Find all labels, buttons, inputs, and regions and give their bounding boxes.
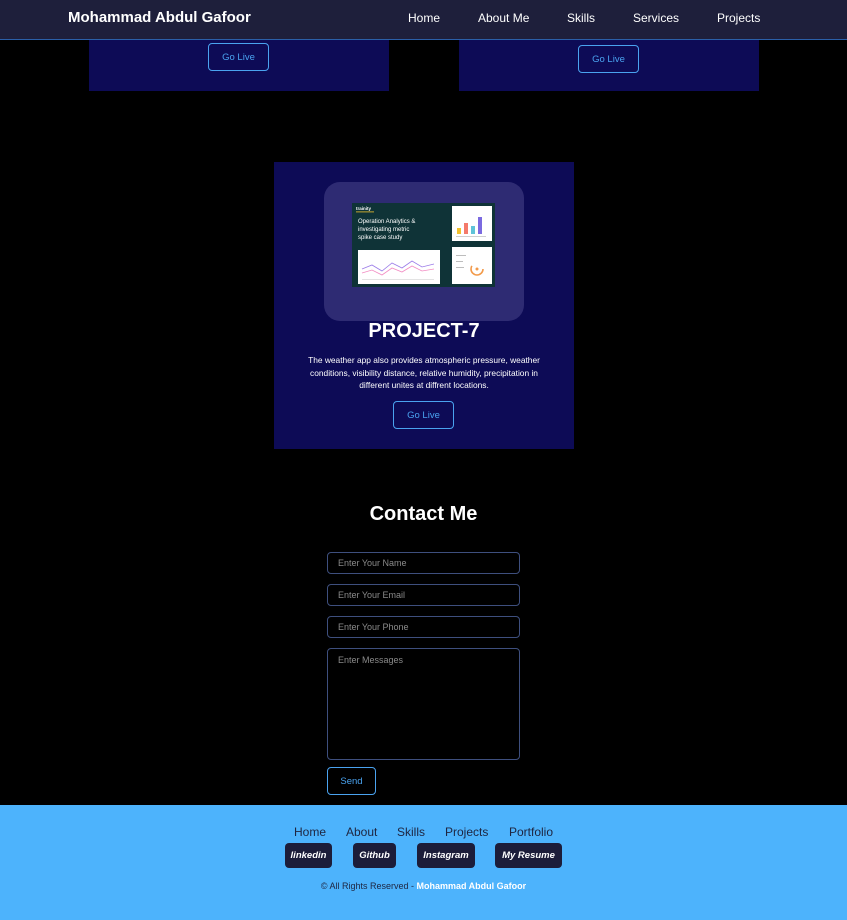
nav-link-about-me[interactable]: About Me <box>478 11 529 25</box>
thumbnail-brand: trainity <box>356 206 372 211</box>
phone-input[interactable] <box>327 616 520 638</box>
copyright-prefix: © All Rights Reserved - <box>320 881 417 891</box>
project-thumbnail-image: trainity Operation Analytics & investiga… <box>352 203 495 287</box>
contact-heading: Contact Me <box>369 503 478 525</box>
footer-link-projects[interactable]: Projects <box>445 825 488 839</box>
send-button[interactable]: Send <box>327 767 376 795</box>
go-live-button[interactable]: Go Live <box>393 401 454 429</box>
message-textarea[interactable] <box>327 648 520 760</box>
project-card: Go Live <box>89 40 389 91</box>
footer-link-skills[interactable]: Skills <box>397 825 425 839</box>
nav-link-home[interactable]: Home <box>408 11 440 25</box>
project-description: The weather app also provides atmospheri… <box>308 355 540 390</box>
project-card-7: trainity Operation Analytics & investiga… <box>274 162 574 449</box>
site-brand[interactable]: Mohammad Abdul Gafoor <box>68 9 251 26</box>
thumbnail-title-line-2: investigating metric <box>358 227 409 233</box>
project-card: Go Live <box>459 40 759 91</box>
resume-button[interactable]: My Resume <box>495 843 562 868</box>
project-image-frame: trainity Operation Analytics & investiga… <box>324 182 524 321</box>
name-input[interactable] <box>327 552 520 574</box>
project-title: PROJECT-7 <box>368 320 480 342</box>
copyright-text: © All Rights Reserved - Mohammad Abdul G… <box>0 881 847 891</box>
copyright-owner: Mohammad Abdul Gafoor <box>416 881 527 891</box>
thumbnail-title-line-1: Operation Analytics & <box>358 219 415 225</box>
project-thumbnail[interactable]: trainity Operation Analytics & investiga… <box>352 203 495 287</box>
go-live-button[interactable]: Go Live <box>208 43 269 71</box>
nav-link-projects[interactable]: Projects <box>717 11 760 25</box>
nav-link-skills[interactable]: Skills <box>567 11 595 25</box>
footer-link-home[interactable]: Home <box>294 825 326 839</box>
footer-link-about[interactable]: About <box>346 825 377 839</box>
navbar: Mohammad Abdul Gafoor Home About Me Skil… <box>0 0 847 40</box>
email-input[interactable] <box>327 584 520 606</box>
instagram-button[interactable]: Instagram <box>417 843 475 868</box>
nav-link-services[interactable]: Services <box>633 11 679 25</box>
linkedin-button[interactable]: linkedin <box>285 843 332 868</box>
footer: Home About Skills Projects Portfolio lin… <box>0 805 847 920</box>
github-button[interactable]: Github <box>353 843 396 868</box>
footer-link-portfolio[interactable]: Portfolio <box>509 825 553 839</box>
go-live-button[interactable]: Go Live <box>578 45 639 73</box>
thumbnail-title-line-3: spike case study <box>358 235 402 241</box>
